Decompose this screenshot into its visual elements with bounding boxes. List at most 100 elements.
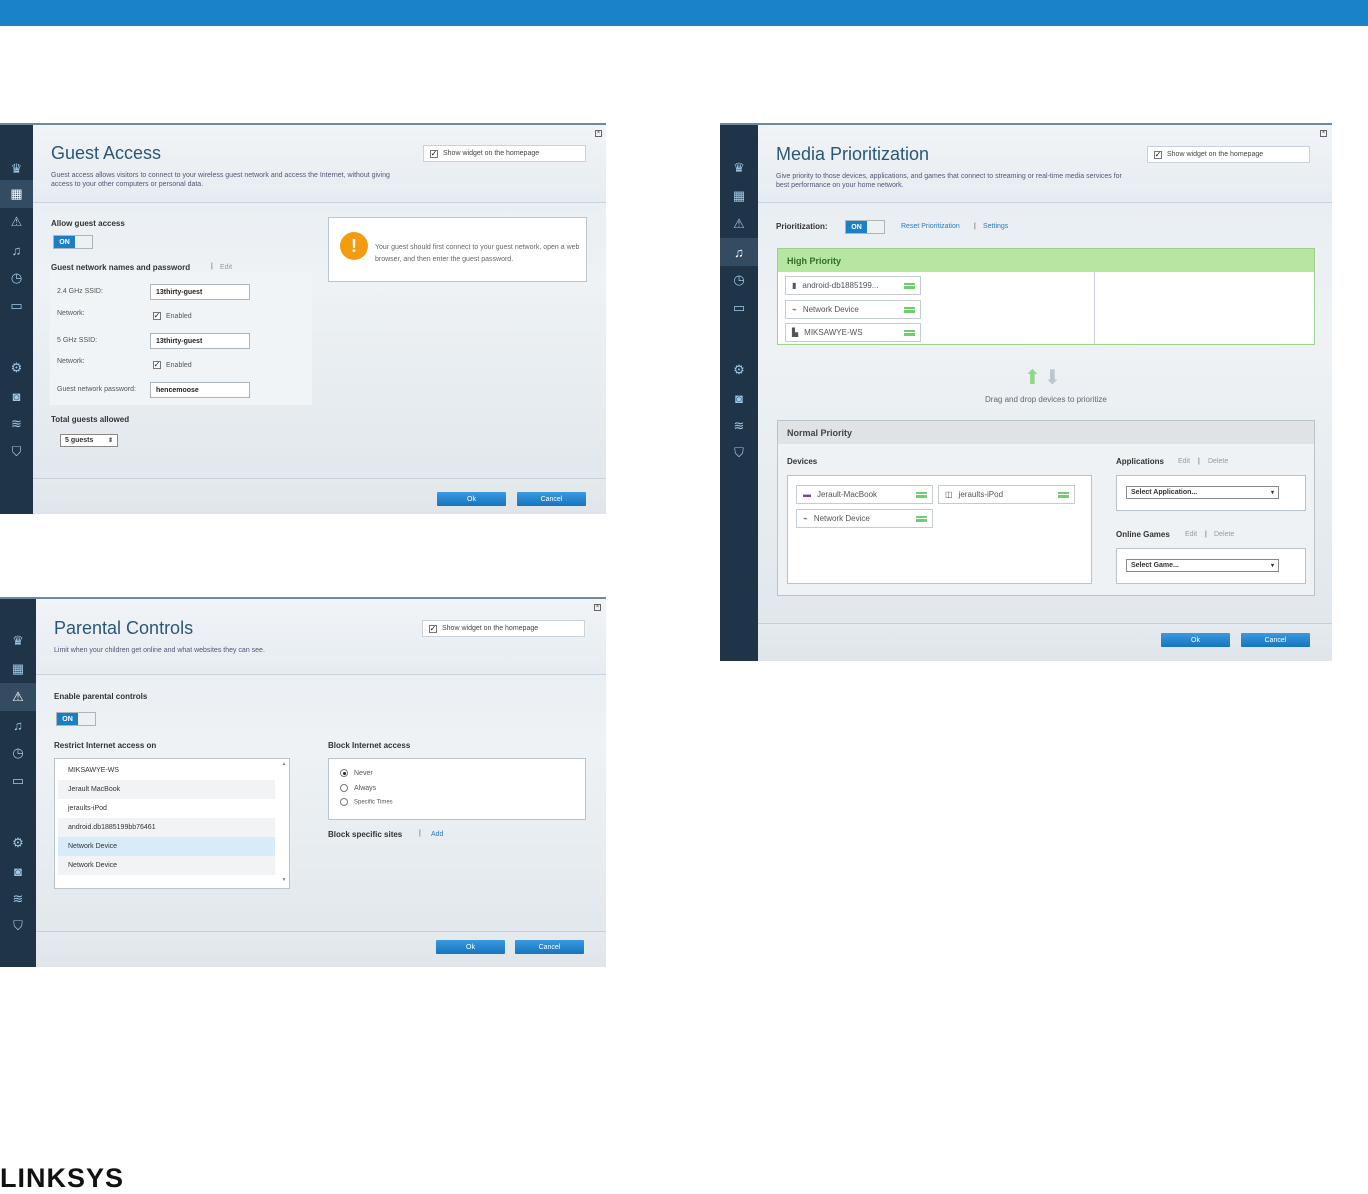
add-link[interactable]: Add <box>431 831 443 838</box>
ok-button[interactable]: Ok <box>437 492 506 506</box>
parental-toggle[interactable]: ON <box>56 712 96 726</box>
drag-handle-icon[interactable] <box>916 516 927 522</box>
ok-button[interactable]: Ok <box>436 940 505 954</box>
device-list[interactable]: MIKSAWYE-WS Jerault MacBook jeraults-iPo… <box>54 758 290 889</box>
clock-icon[interactable]: ◷ <box>0 739 36 767</box>
shield-icon[interactable]: ⛉ <box>0 438 33 466</box>
clock-icon[interactable]: ◷ <box>0 264 33 292</box>
ok-button[interactable]: Ok <box>1161 633 1230 647</box>
device-icon[interactable]: ▭ <box>0 767 36 795</box>
option-always[interactable]: Always <box>340 784 376 792</box>
edit-link[interactable]: Edit <box>220 264 232 271</box>
password-input[interactable]: hencemoose <box>150 382 250 398</box>
prioritization-toggle[interactable]: ON <box>845 220 885 234</box>
drag-handle-icon[interactable] <box>904 307 915 313</box>
settings-link[interactable]: Settings <box>983 223 1008 230</box>
calendar-icon[interactable]: ▦ <box>720 182 758 210</box>
calendar-icon[interactable]: ▦ <box>0 180 39 208</box>
guest-toggle[interactable]: ON <box>53 235 93 249</box>
warning-icon[interactable]: ⚠ <box>0 208 33 236</box>
gears-icon[interactable]: ⚙ <box>720 356 758 384</box>
select-application[interactable]: Select Application... ▾ <box>1126 486 1279 499</box>
drag-handle-icon[interactable] <box>1058 492 1069 498</box>
edit-link[interactable]: Edit <box>1185 531 1197 538</box>
crown-icon[interactable]: ♛ <box>720 154 758 182</box>
media-icon[interactable]: ♫ <box>0 711 36 739</box>
option-specific-times[interactable]: Specific Times <box>340 798 393 806</box>
ssid24-input[interactable]: 13thirty-guest <box>150 284 250 300</box>
warning-icon[interactable]: ⚠ <box>0 683 42 711</box>
edit-link[interactable]: Edit <box>1178 458 1190 465</box>
device-card[interactable]: ▬ Jerault-MacBook <box>796 485 933 504</box>
device-card[interactable]: ⌁ Network Device <box>796 509 933 528</box>
guests-value: 5 guests <box>65 437 94 444</box>
camera-icon[interactable]: ◙ <box>720 384 758 412</box>
enabled-checkbox[interactable]: ✓ Enabled <box>153 312 192 320</box>
device-icon[interactable]: ▭ <box>0 292 33 320</box>
option-never[interactable]: Never <box>340 769 373 777</box>
guests-select[interactable]: 5 guests ⇕ <box>60 434 118 447</box>
high-priority-box: High Priority ▮ android-db1885199... ⌁ Net… <box>777 248 1315 345</box>
warning-icon[interactable]: ⚠ <box>720 210 758 238</box>
list-item[interactable]: Network Device <box>58 856 275 875</box>
list-item[interactable]: android.db1885199bb76461 <box>58 818 275 837</box>
wifi-icon[interactable]: ≋ <box>720 412 758 440</box>
wifi-icon[interactable]: ≋ <box>0 410 33 438</box>
show-widget-checkbox[interactable]: ✓ Show widget on the homepage <box>423 145 586 162</box>
device-icon[interactable]: ▭ <box>720 294 758 322</box>
list-item[interactable]: jeraults-iPod <box>58 799 275 818</box>
media-icon[interactable]: ♫ <box>720 238 764 266</box>
names-label: Guest network names and password <box>51 263 191 272</box>
list-item[interactable]: MIKSAWYE-WS <box>58 761 275 780</box>
wifi-icon[interactable]: ≋ <box>0 885 36 913</box>
drag-handle-icon[interactable] <box>916 492 927 498</box>
list-item[interactable]: Network Device <box>58 837 275 856</box>
divider: | <box>419 830 421 837</box>
show-widget-checkbox[interactable]: ✓ Show widget on the homepage <box>422 620 585 637</box>
enabled-label: Enabled <box>166 361 192 369</box>
device-card[interactable]: ⌁ Network Device <box>785 300 921 319</box>
camera-icon[interactable]: ◙ <box>0 382 33 410</box>
radio-selected-icon[interactable] <box>340 769 348 777</box>
close-icon[interactable]: × <box>595 130 602 137</box>
crown-icon[interactable]: ♛ <box>0 155 33 183</box>
checkbox-icon[interactable]: ✓ <box>153 312 161 320</box>
reset-prioritization-link[interactable]: Reset Prioritization <box>901 223 960 230</box>
enabled-checkbox[interactable]: ✓ Enabled <box>153 361 192 369</box>
crown-icon[interactable]: ♛ <box>0 627 36 655</box>
camera-icon[interactable]: ◙ <box>0 857 36 885</box>
guest-access-panel: ♛ ▦ ⚠ ♫ ◷ ▭ ⚙ ◙ ≋ ⛉ × Guest Access Guest… <box>0 123 606 514</box>
cancel-button[interactable]: Cancel <box>517 492 586 506</box>
close-icon[interactable]: × <box>1320 130 1327 137</box>
drag-handle-icon[interactable] <box>904 283 915 289</box>
gears-icon[interactable]: ⚙ <box>0 354 33 382</box>
gears-icon[interactable]: ⚙ <box>0 829 36 857</box>
device-card[interactable]: ◫ jeraults-iPod <box>938 485 1075 504</box>
media-icon[interactable]: ♫ <box>0 236 33 264</box>
device-card[interactable]: ▙ MIKSAWYE-WS <box>785 323 921 342</box>
show-widget-checkbox[interactable]: ✓ Show widget on the homepage <box>1147 146 1310 163</box>
list-item[interactable]: Jerault MacBook <box>58 780 275 799</box>
checkbox-icon[interactable]: ✓ <box>429 624 437 633</box>
clock-icon[interactable]: ◷ <box>720 266 758 294</box>
checkbox-icon[interactable]: ✓ <box>430 149 438 158</box>
delete-link[interactable]: Delete <box>1214 531 1234 538</box>
scrollbar[interactable]: ▲ ▼ <box>280 761 288 886</box>
radio-icon[interactable] <box>340 784 348 792</box>
cancel-button[interactable]: Cancel <box>1241 633 1310 647</box>
device-card[interactable]: ▮ android-db1885199... <box>785 276 921 295</box>
calendar-icon[interactable]: ▦ <box>0 655 36 683</box>
select-game[interactable]: Select Game... ▾ <box>1126 559 1279 572</box>
shield-icon[interactable]: ⛉ <box>0 912 36 940</box>
toggle-on-label: ON <box>846 221 867 233</box>
checkbox-icon[interactable]: ✓ <box>1154 150 1162 159</box>
close-icon[interactable]: × <box>594 604 601 611</box>
radio-icon[interactable] <box>340 798 348 806</box>
drag-handle-icon[interactable] <box>904 330 915 336</box>
checkbox-icon[interactable]: ✓ <box>153 361 161 369</box>
delete-link[interactable]: Delete <box>1208 458 1228 465</box>
ssid5-input[interactable]: 13thirty-guest <box>150 333 250 349</box>
shield-icon[interactable]: ⛉ <box>720 439 758 467</box>
device-name: jeraults-iPod <box>958 490 1004 499</box>
cancel-button[interactable]: Cancel <box>515 940 584 954</box>
